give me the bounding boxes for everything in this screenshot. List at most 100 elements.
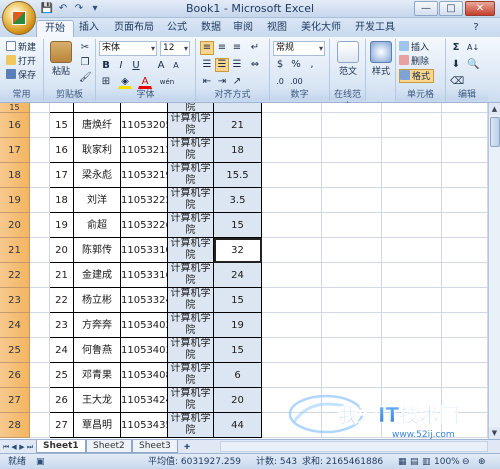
cell-empty[interactable]	[30, 413, 50, 438]
cell-col-c[interactable]: 11053403	[121, 338, 168, 363]
cell-col-c[interactable]: 11053205	[121, 113, 168, 138]
cell-empty[interactable]	[382, 103, 442, 113]
cell-empty[interactable]	[30, 263, 50, 288]
cell-empty[interactable]	[382, 313, 442, 338]
cell-empty[interactable]	[382, 363, 442, 388]
sort-button[interactable]: A↓	[466, 41, 480, 55]
cell-empty[interactable]	[322, 388, 382, 413]
styles-button[interactable]: 样式	[368, 41, 394, 77]
cell-empty[interactable]	[30, 188, 50, 213]
minimize-button[interactable]: —	[414, 1, 438, 16]
orientation-icon[interactable]: ↗	[230, 75, 244, 89]
cell-col-e[interactable]	[214, 103, 262, 113]
font-color-button[interactable]: A	[138, 75, 152, 89]
cell-col-a[interactable]: 18	[50, 188, 74, 213]
cell-col-b[interactable]: 金建成	[74, 263, 121, 288]
cell-col-c[interactable]: 11053435	[121, 413, 168, 438]
last-sheet-icon[interactable]: ⏭	[26, 441, 34, 453]
maximize-button[interactable]: □	[439, 1, 463, 16]
underline-button[interactable]: U	[129, 59, 143, 73]
macro-record-icon[interactable]: ▣	[36, 456, 45, 468]
cell-col-d[interactable]: 计算机学院	[168, 363, 214, 388]
normal-view-icon[interactable]: ▦	[398, 456, 407, 468]
increase-indent-icon[interactable]: ⇥	[215, 75, 229, 89]
row-header[interactable]: 27	[0, 388, 30, 413]
cell-col-e[interactable]: 19	[214, 313, 262, 338]
cell-col-c[interactable]: 11053212	[121, 138, 168, 163]
cell-empty[interactable]	[262, 238, 322, 263]
scroll-up-arrow-icon[interactable]: ▲	[489, 103, 500, 115]
cell-empty[interactable]	[442, 338, 488, 363]
help-icon[interactable]: ?	[470, 20, 482, 37]
cell-empty[interactable]	[442, 263, 488, 288]
cell-empty[interactable]	[322, 113, 382, 138]
cell-empty[interactable]	[442, 363, 488, 388]
row-header[interactable]: 16	[0, 113, 30, 138]
cell-col-e[interactable]: 15	[214, 213, 262, 238]
decrease-decimal-icon[interactable]: .00	[289, 75, 303, 89]
cell-empty[interactable]	[382, 388, 442, 413]
row-header[interactable]: 20	[0, 213, 30, 238]
cell-col-b[interactable]: 俞超	[74, 213, 121, 238]
cell-col-c[interactable]: 11053408	[121, 363, 168, 388]
cell-col-d[interactable]: 计算机学院	[168, 138, 214, 163]
cell-col-b[interactable]: 邓青果	[74, 363, 121, 388]
border-icon[interactable]: ⊞	[99, 75, 113, 89]
phonetic-button[interactable]: wén	[158, 75, 176, 89]
align-center-icon[interactable]: ☰	[215, 58, 229, 72]
cell-col-a[interactable]: 24	[50, 338, 74, 363]
format-cells-button[interactable]: 格式	[399, 69, 435, 83]
cell-col-a[interactable]: 26	[50, 388, 74, 413]
cell-empty[interactable]	[322, 138, 382, 163]
cell-col-b[interactable]: 陈郭传	[74, 238, 121, 263]
row-header[interactable]: 18	[0, 163, 30, 188]
cell-empty[interactable]	[382, 413, 442, 438]
cell-empty[interactable]	[322, 363, 382, 388]
cell-empty[interactable]	[30, 113, 50, 138]
cell-empty[interactable]	[262, 113, 322, 138]
cell-col-d[interactable]: 计算机学院	[168, 163, 214, 188]
tab-review[interactable]: 审阅	[228, 20, 258, 37]
comma-button[interactable]: ,	[305, 58, 319, 72]
cell-empty[interactable]	[30, 238, 50, 263]
cell-col-d[interactable]: 计算机学院	[168, 213, 214, 238]
paste-button[interactable]: 粘贴	[48, 41, 74, 77]
cell-empty[interactable]	[382, 288, 442, 313]
cell-empty[interactable]	[442, 238, 488, 263]
cell-col-e[interactable]: 24	[214, 263, 262, 288]
format-painter-icon[interactable]: 🖌	[78, 71, 92, 85]
cell-empty[interactable]	[322, 238, 382, 263]
cell-col-e[interactable]: 3.5	[214, 188, 262, 213]
cell-col-b[interactable]: 刘洋	[74, 188, 121, 213]
cell-empty[interactable]	[30, 138, 50, 163]
cell-empty[interactable]	[382, 163, 442, 188]
row-header[interactable]: 17	[0, 138, 30, 163]
cell-col-b[interactable]: 耿家利	[74, 138, 121, 163]
cell-col-a[interactable]: 25	[50, 363, 74, 388]
cell-empty[interactable]	[322, 263, 382, 288]
selected-cell[interactable]: 32	[214, 238, 262, 263]
cell-empty[interactable]	[382, 263, 442, 288]
cell-empty[interactable]	[322, 288, 382, 313]
scroll-down-arrow-icon[interactable]: ▼	[489, 427, 500, 439]
align-top-icon[interactable]: ≡	[200, 41, 214, 55]
cell-col-a[interactable]: 16	[50, 138, 74, 163]
cell-col-d[interactable]: 计算机学院	[168, 388, 214, 413]
cell-empty[interactable]	[262, 103, 322, 113]
cell-empty[interactable]	[382, 113, 442, 138]
cell-empty[interactable]	[442, 288, 488, 313]
zoom-level[interactable]: 100%	[434, 456, 460, 468]
cell-col-a[interactable]: 17	[50, 163, 74, 188]
cell-col-a[interactable]: 23	[50, 313, 74, 338]
cell-empty[interactable]	[322, 213, 382, 238]
cell-col-a[interactable]	[50, 103, 74, 113]
cell-col-d[interactable]: 计算机学院	[168, 113, 214, 138]
cell-col-c[interactable]: 11053219	[121, 163, 168, 188]
number-format-select[interactable]: 常规	[273, 41, 325, 56]
cell-empty[interactable]	[382, 213, 442, 238]
cell-empty[interactable]	[30, 213, 50, 238]
cell-col-d[interactable]: 计算机学院	[168, 288, 214, 313]
page-break-view-icon[interactable]: ▥	[422, 456, 431, 468]
cell-empty[interactable]	[262, 138, 322, 163]
cell-col-a[interactable]: 27	[50, 413, 74, 438]
